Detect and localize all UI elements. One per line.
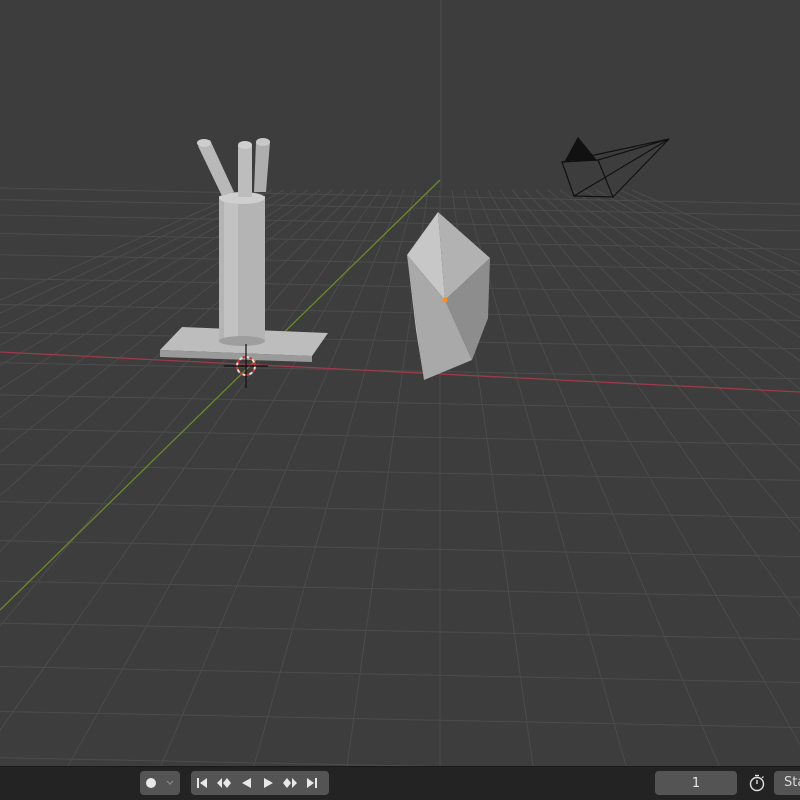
play-icon[interactable] bbox=[257, 771, 279, 795]
cup-highlight bbox=[224, 196, 238, 342]
grid-line bbox=[0, 757, 439, 766]
grid-line bbox=[0, 189, 321, 419]
grid-line bbox=[0, 428, 800, 446]
record-group bbox=[140, 771, 180, 795]
timeline-bar: 1 Start bbox=[0, 766, 800, 800]
grid-line bbox=[0, 189, 369, 627]
record-dot-icon[interactable] bbox=[140, 771, 162, 795]
grid-line bbox=[0, 277, 800, 295]
floor-grid bbox=[0, 187, 800, 766]
grid-line bbox=[0, 189, 381, 732]
camera-up-triangle bbox=[564, 136, 598, 161]
grid-line bbox=[0, 303, 800, 321]
grid-line bbox=[0, 394, 800, 412]
pen-left bbox=[198, 140, 234, 196]
camera-object[interactable] bbox=[561, 136, 670, 198]
grid-line bbox=[0, 463, 800, 481]
3d-viewport[interactable] bbox=[0, 0, 800, 766]
grid-line bbox=[0, 580, 800, 598]
grid-line bbox=[0, 362, 800, 380]
stopwatch-icon[interactable] bbox=[745, 771, 769, 795]
current-frame-field[interactable]: 1 bbox=[655, 771, 737, 795]
camera-frame bbox=[561, 159, 614, 198]
grid-line bbox=[160, 189, 405, 766]
grid-line bbox=[0, 332, 800, 350]
grid-line bbox=[0, 214, 800, 232]
grid-line bbox=[0, 501, 800, 519]
prev-keyframe-icon[interactable] bbox=[213, 771, 235, 795]
current-frame-value: 1 bbox=[691, 775, 701, 791]
pen-middle bbox=[238, 145, 252, 197]
pen-middle-cap bbox=[238, 141, 252, 149]
start-label: Start bbox=[784, 775, 800, 790]
grid-line bbox=[0, 189, 249, 301]
grid-line bbox=[0, 622, 800, 640]
next-keyframe-icon[interactable] bbox=[279, 771, 301, 795]
grid-line bbox=[0, 189, 345, 497]
jump-to-start-icon[interactable] bbox=[191, 771, 213, 795]
playback-controls bbox=[191, 771, 329, 795]
pen-holder-mesh[interactable] bbox=[160, 138, 328, 362]
grid-line bbox=[0, 540, 800, 558]
origin-dot bbox=[442, 297, 448, 303]
viewport-canvas[interactable] bbox=[0, 0, 800, 766]
chevron-down-icon[interactable] bbox=[162, 771, 178, 795]
grid-line bbox=[0, 254, 800, 272]
pen-left-cap bbox=[197, 139, 211, 147]
pen-right bbox=[254, 142, 270, 192]
start-frame-field[interactable]: Start bbox=[774, 771, 800, 795]
play-reverse-icon[interactable] bbox=[235, 771, 257, 795]
jump-to-end-icon[interactable] bbox=[301, 771, 323, 795]
grid-line bbox=[0, 710, 800, 728]
cup-bottom bbox=[219, 336, 265, 346]
grid-line bbox=[253, 189, 417, 766]
pen-right-cap bbox=[256, 138, 270, 146]
